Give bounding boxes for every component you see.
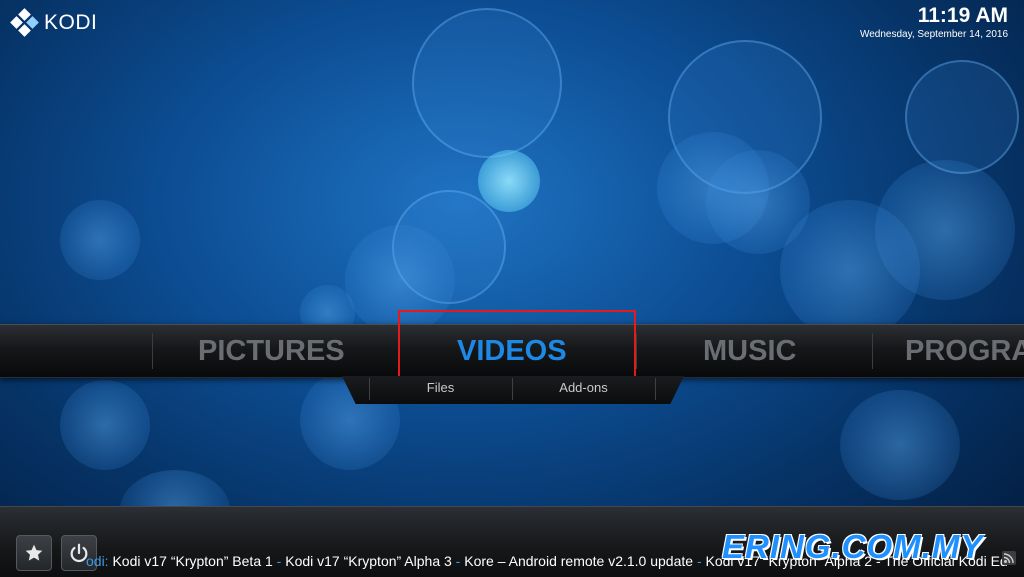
menu-separator [872, 333, 873, 369]
ticker-item: Kodi v17 “Krypton” Alpha 3 [285, 553, 452, 569]
bokeh-circle [60, 380, 150, 470]
kodi-logo-icon [10, 8, 39, 37]
bokeh-circle [780, 200, 920, 340]
kodi-logo: KODI [10, 8, 98, 37]
bokeh-circle [478, 150, 540, 212]
menu-item-pictures[interactable]: PICTURES [198, 325, 345, 377]
rss-icon [1002, 551, 1016, 565]
menu-item-programs[interactable]: PROGRA [905, 325, 1024, 377]
ticker-item: Kodi v17 “Krypton” Beta 1 [112, 553, 273, 569]
ticker-separator: - [455, 553, 461, 569]
submenu-item-files[interactable]: Files [369, 376, 512, 404]
submenu: Files Add-ons [342, 376, 684, 404]
bokeh-circle [905, 60, 1019, 174]
star-icon [25, 544, 43, 561]
clock: 11:19 AM Wednesday, September 14, 2016 [860, 4, 1008, 40]
submenu-item-addons[interactable]: Add-ons [512, 376, 655, 404]
selection-highlight [398, 310, 636, 382]
clock-date: Wednesday, September 14, 2016 [859, 29, 1008, 40]
bokeh-circle [840, 390, 960, 500]
ticker-separator: - [276, 553, 282, 569]
ticker-separator: - [696, 553, 702, 569]
menu-separator [152, 333, 153, 369]
app-name: KODI [44, 11, 98, 34]
menu-separator [636, 333, 637, 369]
bokeh-circle [60, 200, 140, 280]
menu-item-music[interactable]: MUSIC [703, 325, 796, 377]
bokeh-circle [392, 190, 506, 304]
clock-time: 11:19 AM [917, 4, 1008, 27]
ticker-source: odi: [86, 553, 109, 569]
site-watermark: ERING.COM.MY [722, 528, 984, 565]
bokeh-circle [706, 150, 810, 254]
ticker-item: Kore – Android remote v2.1.0 update [464, 553, 694, 569]
bokeh-circle [412, 8, 562, 158]
bokeh-circle [875, 160, 1015, 300]
favourites-button[interactable] [16, 535, 52, 571]
submenu-separator [655, 378, 656, 400]
bokeh-circle [668, 40, 822, 194]
bokeh-circle [657, 132, 769, 244]
